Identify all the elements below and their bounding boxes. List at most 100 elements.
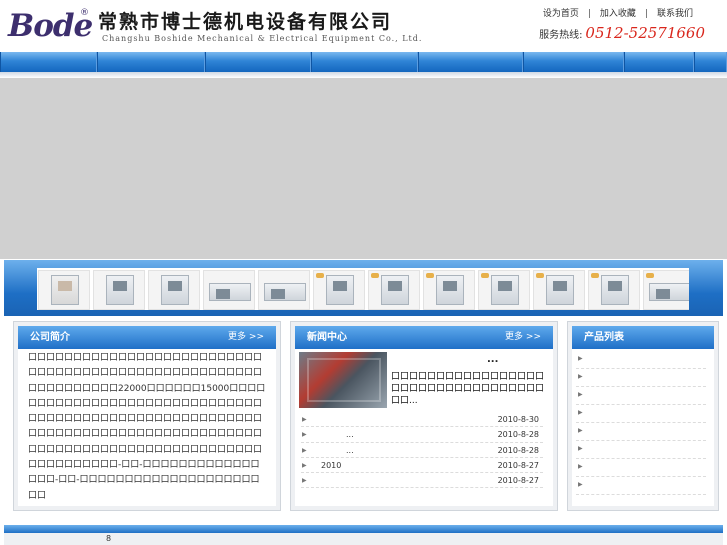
bullet-icon: ▶ xyxy=(302,461,307,469)
brand-mark-icon xyxy=(646,273,654,278)
product-image xyxy=(51,275,79,305)
nav-item[interactable] xyxy=(523,52,624,72)
product-thumb[interactable] xyxy=(203,270,255,310)
news-item-date: 2010-8-27 xyxy=(497,460,539,470)
news-item-date: 2010-8-28 xyxy=(497,430,539,440)
nav-item[interactable] xyxy=(418,52,523,72)
products-title: 产品列表 xyxy=(572,326,714,349)
news-photo[interactable] xyxy=(299,352,387,408)
product-thumb[interactable] xyxy=(313,270,365,310)
bullet-icon: ▶ xyxy=(578,373,583,380)
product-thumb[interactable] xyxy=(148,270,200,310)
product-scroller xyxy=(4,260,723,316)
news-item-title: ... xyxy=(346,445,354,455)
product-list-item[interactable]: ▶ xyxy=(576,405,706,423)
bullet-icon: ▶ xyxy=(578,409,583,416)
product-thumb[interactable] xyxy=(478,270,530,310)
news-list: ▶ 2010-8-30 ▶... 2010-8-28 ▶... 2010-8-28 ▶… xyxy=(301,412,543,489)
site-footer: 8 xyxy=(4,533,723,545)
news-item[interactable]: ▶ 2010 2010-8-27 xyxy=(301,458,543,474)
product-list-item[interactable]: ▶ xyxy=(576,441,706,459)
product-image xyxy=(264,283,306,301)
brand-mark-icon xyxy=(426,273,434,278)
products-body: ▶ ▶ ▶ ▶ ▶ ▶ ▶ ▶ xyxy=(572,349,714,506)
product-list-item[interactable]: ▶ xyxy=(576,369,706,387)
news-more-link[interactable]: 更多 >> xyxy=(505,326,541,349)
news-item[interactable]: ▶ 2010-8-30 xyxy=(301,412,543,428)
brand-mark-icon xyxy=(536,273,544,278)
hotline-number: 0512-52571660 xyxy=(585,24,705,42)
product-image xyxy=(546,275,574,305)
nav-item[interactable] xyxy=(694,52,727,72)
news-item-date: 2010-8-30 xyxy=(497,415,539,424)
set-homepage-link[interactable]: 设为首页 xyxy=(543,9,579,19)
bullet-icon: ▶ xyxy=(302,477,307,485)
product-image xyxy=(601,275,629,305)
hotline-label: 服务热线: xyxy=(539,30,583,41)
link-separator: | xyxy=(644,9,648,19)
product-thumb[interactable] xyxy=(643,270,689,310)
news-item[interactable]: ▶... 2010-8-28 xyxy=(301,443,543,458)
banner-placeholder xyxy=(0,78,727,259)
brand-mark-icon xyxy=(481,273,489,278)
brand-mark-icon xyxy=(591,273,599,278)
news-panel: 新闻中心 更多 >> ... 口口口口口口口口口口口口口口口口口口口口口口口口口… xyxy=(290,321,558,511)
product-thumb[interactable] xyxy=(93,270,145,310)
product-list-item[interactable]: ▶ xyxy=(576,477,706,495)
news-item-date: 2010-8-28 xyxy=(497,445,539,455)
main-nav xyxy=(0,52,727,72)
product-thumb[interactable] xyxy=(533,270,585,310)
product-thumb[interactable] xyxy=(368,270,420,310)
product-thumb[interactable] xyxy=(258,270,310,310)
brand-mark-icon xyxy=(316,273,324,278)
product-thumb[interactable] xyxy=(588,270,640,310)
product-image xyxy=(326,275,354,305)
nav-item[interactable] xyxy=(311,52,418,72)
registered-mark: ® xyxy=(80,8,89,18)
site-header: Bode ® 常熟市博士德机电设备有限公司 Changshu Boshide M… xyxy=(0,0,727,52)
product-image xyxy=(491,275,519,305)
product-list: ▶ ▶ ▶ ▶ ▶ ▶ ▶ ▶ xyxy=(576,351,706,495)
top-links: 设为首页 | 加入收藏 | 联系我们 xyxy=(543,6,693,19)
product-image xyxy=(106,275,134,305)
headline-title[interactable]: ... xyxy=(487,354,498,365)
about-more-link[interactable]: 更多 >> xyxy=(228,326,264,349)
product-thumb[interactable] xyxy=(423,270,475,310)
add-favorite-link[interactable]: 加入收藏 xyxy=(600,9,636,19)
product-image xyxy=(161,275,189,305)
products-panel: 产品列表 ▶ ▶ ▶ ▶ ▶ ▶ ▶ ▶ xyxy=(567,321,719,511)
bullet-icon: ▶ xyxy=(578,481,583,488)
bullet-icon: ▶ xyxy=(578,427,583,434)
company-name-en: Changshu Boshide Mechanical & Electrical… xyxy=(102,34,423,43)
headline-summary[interactable]: 口口口口口口口口口口口口口口口口口口口口口口口口口口口口口口口口口口口口... xyxy=(391,371,549,407)
product-image xyxy=(381,275,409,305)
contact-us-link[interactable]: 联系我们 xyxy=(657,9,693,19)
product-thumb[interactable] xyxy=(38,270,90,310)
bullet-icon: ▶ xyxy=(302,431,307,439)
product-list-item[interactable]: ▶ xyxy=(576,351,706,369)
about-body: 口口口口口口口口口口口口口口口口口口口口口口口口口口口口口口口口口口口口口口口口… xyxy=(18,349,276,506)
about-panel: 公司简介 更多 >> 口口口口口口口口口口口口口口口口口口口口口口口口口口口口口… xyxy=(13,321,281,511)
product-image xyxy=(209,283,251,301)
company-logo[interactable]: Bode ® xyxy=(8,6,93,46)
product-list-item[interactable]: ▶ xyxy=(576,459,706,477)
brand-mark-icon xyxy=(371,273,379,278)
bullet-icon: ▶ xyxy=(578,355,583,362)
nav-item[interactable] xyxy=(0,52,97,72)
news-item[interactable]: ▶... 2010-8-28 xyxy=(301,427,543,443)
footer-divider xyxy=(4,525,723,533)
product-image xyxy=(436,275,464,305)
bullet-icon: ▶ xyxy=(302,446,307,454)
bullet-icon: ▶ xyxy=(578,463,583,470)
nav-item[interactable] xyxy=(624,52,694,72)
product-thumbnails xyxy=(37,268,689,310)
product-list-item[interactable]: ▶ xyxy=(576,387,706,405)
nav-item[interactable] xyxy=(205,52,311,72)
news-item-title: ... xyxy=(346,430,354,440)
nav-item[interactable] xyxy=(97,52,205,72)
news-item-title: 2010 xyxy=(321,460,342,470)
bullet-icon: ▶ xyxy=(302,416,307,423)
news-body: ... 口口口口口口口口口口口口口口口口口口口口口口口口口口口口口口口口口口口口… xyxy=(295,349,553,506)
product-list-item[interactable]: ▶ xyxy=(576,423,706,441)
news-item[interactable]: ▶ 2010-8-27 xyxy=(301,473,543,489)
